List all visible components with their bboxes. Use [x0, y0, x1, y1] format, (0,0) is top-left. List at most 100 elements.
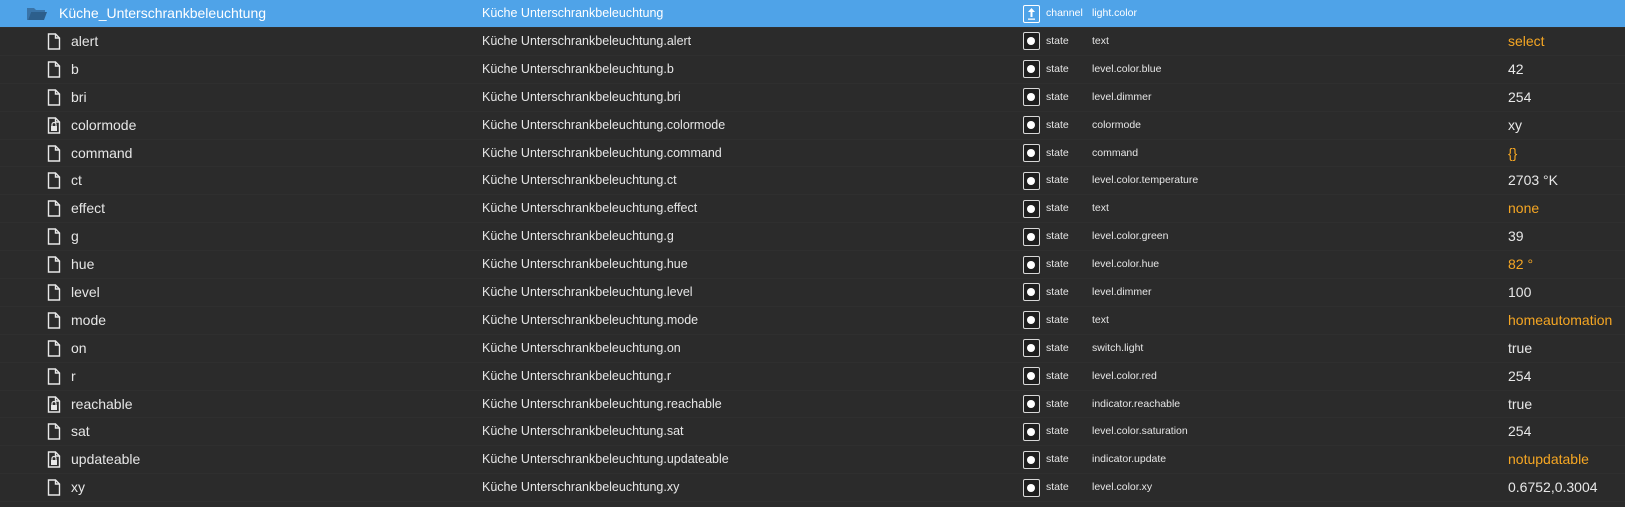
object-name: bri: [71, 88, 87, 105]
object-role: indicator.reachable: [1092, 397, 1181, 410]
tree-row-state[interactable]: mode Küche Unterschrankbeleuchtung.mode st…: [0, 307, 1625, 335]
object-role: text: [1092, 35, 1109, 47]
tree-row-state[interactable]: b Küche Unterschrankbeleuchtung.b state lev…: [0, 56, 1625, 84]
state-icon: [1021, 56, 1041, 83]
file-icon[interactable]: [43, 140, 65, 167]
object-value[interactable]: 2703 °K: [1508, 167, 1558, 194]
file-icon[interactable]: [43, 251, 65, 278]
state-icon: [1021, 195, 1041, 222]
object-value[interactable]: notupdatable: [1508, 446, 1589, 473]
object-role: light.color: [1092, 7, 1137, 19]
object-value[interactable]: true: [1508, 335, 1532, 362]
file-icon[interactable]: [43, 279, 65, 306]
object-value[interactable]: 254: [1508, 363, 1531, 390]
object-name: hue: [71, 256, 95, 273]
object-title: Küche Unterschrankbeleuchtung.bri: [482, 89, 681, 104]
object-value[interactable]: {}: [1508, 140, 1517, 167]
file-icon[interactable]: [43, 363, 65, 390]
file-lock-icon[interactable]: [43, 391, 65, 418]
object-title: Küche Unterschrankbeleuchtung.b: [482, 61, 674, 76]
folder-open-icon[interactable]: [26, 0, 48, 27]
tree-row-state[interactable]: xy Küche Unterschrankbeleuchtung.xy state l…: [0, 474, 1625, 503]
file-icon[interactable]: [43, 474, 65, 501]
file-icon[interactable]: [43, 335, 65, 362]
tree-row-state[interactable]: reachable Küche Unterschrankbeleuchtung.r…: [0, 391, 1625, 419]
object-value[interactable]: 82 °: [1508, 251, 1533, 278]
object-value[interactable]: 100: [1508, 279, 1531, 306]
file-icon[interactable]: [43, 84, 65, 111]
tree-row-state[interactable]: bri Küche Unterschrankbeleuchtung.bri stat…: [0, 84, 1625, 112]
file-icon[interactable]: [43, 167, 65, 194]
tree-row-state[interactable]: level Küche Unterschrankbeleuchtung.level…: [0, 279, 1625, 307]
tree-row-state[interactable]: alert Küche Unterschrankbeleuchtung.alert…: [0, 28, 1625, 56]
object-name: g: [71, 228, 79, 245]
state-icon: [1021, 140, 1041, 167]
object-role: colormode: [1092, 118, 1142, 131]
object-name: on: [71, 339, 87, 356]
object-name: Küche_Unterschrankbeleuchtung: [59, 5, 267, 21]
tree-row-state[interactable]: colormode Küche Unterschrankbeleuchtung.c…: [0, 112, 1625, 140]
object-title: Küche Unterschrankbeleuchtung.g: [482, 229, 674, 244]
object-type: state: [1046, 369, 1069, 382]
object-role: level.color.saturation: [1092, 425, 1188, 438]
object-type: state: [1046, 313, 1069, 326]
object-value[interactable]: 254: [1508, 418, 1531, 445]
tree-row-state[interactable]: sat Küche Unterschrankbeleuchtung.sat stat…: [0, 418, 1625, 447]
object-title: Küche Unterschrankbeleuchtung.command: [482, 145, 722, 160]
object-value[interactable]: 42: [1508, 56, 1524, 83]
object-title: Küche Unterschrankbeleuchtung.effect: [482, 201, 698, 216]
tree-row-state[interactable]: command Küche Unterschrankbeleuchtung.com…: [0, 140, 1625, 168]
tree-row-state[interactable]: ct Küche Unterschrankbeleuchtung.ct state l…: [0, 167, 1625, 196]
object-type: state: [1046, 286, 1069, 299]
state-icon: [1021, 223, 1041, 250]
object-name: colormode: [71, 116, 137, 133]
object-role: level.dimmer: [1092, 90, 1152, 103]
tree-row-state[interactable]: on Küche Unterschrankbeleuchtung.on state s…: [0, 335, 1625, 363]
object-value[interactable]: true: [1508, 391, 1532, 418]
object-role: command: [1092, 146, 1139, 159]
object-value[interactable]: 0.6752,0.3004: [1508, 474, 1598, 501]
file-icon[interactable]: [43, 223, 65, 250]
object-name: xy: [71, 479, 85, 496]
object-type: state: [1046, 35, 1069, 47]
object-value[interactable]: none: [1508, 195, 1539, 222]
object-role: level.color.green: [1092, 230, 1169, 243]
object-value[interactable]: xy: [1508, 112, 1522, 139]
object-value[interactable]: homeautomation: [1508, 307, 1612, 334]
object-value[interactable]: 39: [1508, 223, 1524, 250]
file-icon[interactable]: [43, 307, 65, 334]
file-icon[interactable]: [43, 418, 65, 445]
object-title: Küche Unterschrankbeleuchtung.mode: [482, 312, 699, 327]
object-type: state: [1046, 258, 1069, 271]
tree-row-state[interactable]: effect Küche Unterschrankbeleuchtung.effe…: [0, 195, 1625, 224]
file-lock-icon[interactable]: [43, 112, 65, 139]
file-icon[interactable]: [43, 195, 65, 222]
object-name: r: [71, 367, 76, 384]
tree-row-state[interactable]: hue Küche Unterschrankbeleuchtung.hue stat…: [0, 251, 1625, 280]
tree-row-state[interactable]: updateable Küche Unterschrankbeleuchtung.…: [0, 446, 1625, 475]
tree-row-state[interactable]: r Küche Unterschrankbeleuchtung.r state lev…: [0, 363, 1625, 391]
object-role: text: [1092, 313, 1109, 326]
object-role: level.color.temperature: [1092, 174, 1199, 187]
object-name: effect: [71, 200, 105, 217]
object-role: level.dimmer: [1092, 286, 1152, 299]
object-name: command: [71, 144, 133, 161]
object-role: level.color.red: [1092, 369, 1157, 382]
state-icon: [1021, 446, 1041, 473]
state-icon: [1021, 418, 1041, 445]
tree-row-state[interactable]: g Küche Unterschrankbeleuchtung.g state lev…: [0, 223, 1625, 252]
file-icon[interactable]: [43, 56, 65, 83]
object-title: Küche Unterschrankbeleuchtung.alert: [482, 34, 692, 48]
object-name: sat: [71, 423, 90, 440]
file-lock-icon[interactable]: [43, 446, 65, 473]
tree-row-channel[interactable]: Küche_Unterschrankbeleuchtung Küche Unte…: [0, 0, 1625, 28]
object-name: b: [71, 60, 79, 77]
state-icon: [1021, 391, 1041, 418]
object-type: state: [1046, 453, 1069, 466]
object-type: state: [1046, 174, 1069, 187]
object-value[interactable]: 254: [1508, 84, 1531, 111]
file-icon[interactable]: [43, 28, 65, 55]
channel-icon: [1021, 0, 1041, 27]
object-role: level.color.hue: [1092, 258, 1160, 271]
object-value[interactable]: select: [1508, 28, 1545, 55]
